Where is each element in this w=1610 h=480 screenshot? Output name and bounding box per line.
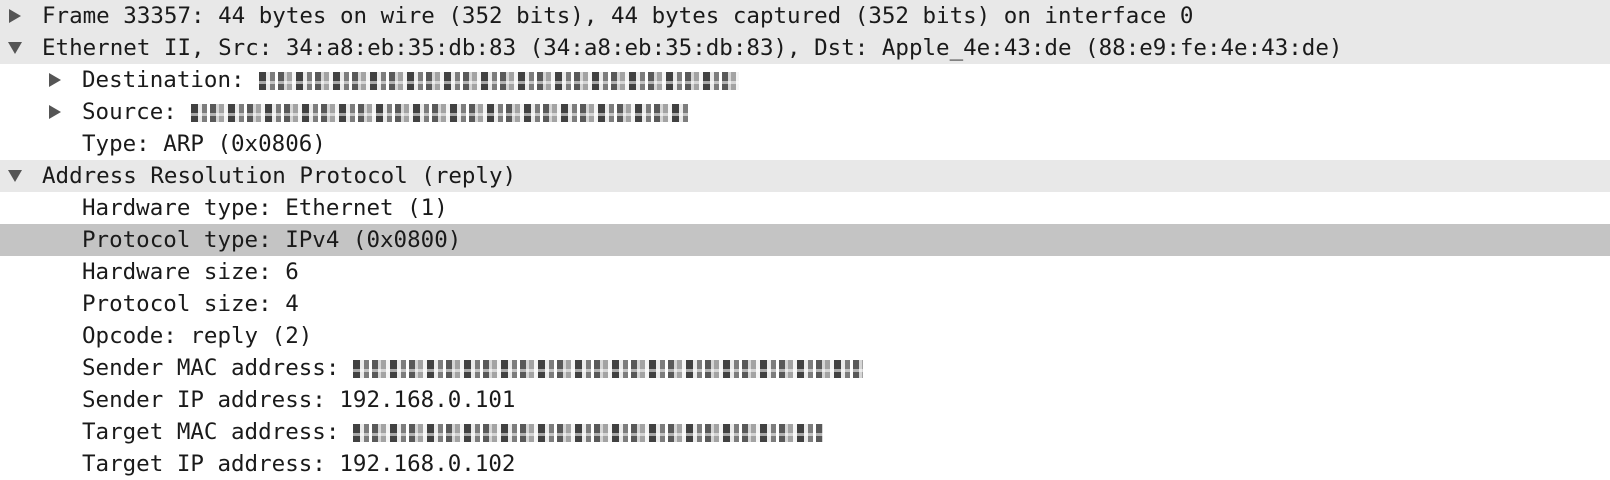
tree-item-label: Frame 33357: 44 bytes on wire (352 bits)… (42, 3, 1194, 29)
triangle-right-icon[interactable] (44, 64, 66, 96)
tree-item-label: Target IP address: 192.168.0.102 (82, 451, 516, 477)
tree-item-label: Sender IP address: 192.168.0.101 (82, 387, 516, 413)
tree-item-label: Protocol size: 4 (82, 291, 299, 317)
redacted-value (258, 71, 739, 90)
tree-item-label: Hardware type: Ethernet (1) (82, 195, 448, 221)
tree-item-frame[interactable]: Frame 33357: 44 bytes on wire (352 bits)… (0, 0, 1610, 32)
tree-item-label: Destination: (82, 67, 245, 93)
tree-item-label: Type: ARP (0x0806) (82, 131, 326, 157)
tree-item-label: Source: (82, 99, 177, 125)
tree-item-text: Source: (82, 96, 691, 128)
tree-item-arp[interactable]: Address Resolution Protocol (reply) (0, 160, 1610, 192)
tree-item-destination[interactable]: Destination: (0, 64, 1610, 96)
tree-item-label: Ethernet II, Src: 34:a8:eb:35:db:83 (34:… (42, 35, 1343, 61)
tree-item-type[interactable]: Type: ARP (0x0806) (0, 128, 1610, 160)
tree-item-source[interactable]: Source: (0, 96, 1610, 128)
redacted-value (353, 423, 824, 442)
tree-item-text: Target MAC address: (82, 416, 824, 448)
redacted-value (190, 103, 691, 122)
tree-item-hardware-type[interactable]: Hardware type: Ethernet (1) (0, 192, 1610, 224)
packet-details-tree: Frame 33357: 44 bytes on wire (352 bits)… (0, 0, 1610, 477)
tree-item-label: Target MAC address: (82, 419, 340, 445)
tree-item-sender-ip[interactable]: Sender IP address: 192.168.0.101 (0, 384, 1610, 416)
tree-item-sender-mac[interactable]: Sender MAC address: (0, 352, 1610, 384)
tree-item-label: Sender MAC address: (82, 355, 340, 381)
tree-item-ethernet[interactable]: Ethernet II, Src: 34:a8:eb:35:db:83 (34:… (0, 32, 1610, 64)
tree-item-label: Address Resolution Protocol (reply) (42, 163, 517, 189)
tree-item-text: Sender MAC address: (82, 352, 864, 384)
tree-item-protocol-size[interactable]: Protocol size: 4 (0, 288, 1610, 320)
tree-item-target-mac[interactable]: Target MAC address: (0, 416, 1610, 448)
tree-item-hardware-size[interactable]: Hardware size: 6 (0, 256, 1610, 288)
tree-item-target-ip[interactable]: Target IP address: 192.168.0.102 (0, 448, 1610, 480)
tree-item-protocol-type[interactable]: Protocol type: IPv4 (0x0800) (0, 224, 1610, 256)
tree-item-opcode[interactable]: Opcode: reply (2) (0, 320, 1610, 352)
tree-item-label: Protocol type: IPv4 (0x0800) (82, 227, 462, 253)
tree-item-label: Opcode: reply (2) (82, 323, 313, 349)
triangle-down-icon[interactable] (4, 32, 26, 64)
redacted-value (353, 359, 864, 378)
triangle-right-icon[interactable] (44, 96, 66, 128)
triangle-right-icon[interactable] (4, 0, 26, 32)
tree-item-label: Hardware size: 6 (82, 259, 299, 285)
tree-item-text: Destination: (82, 64, 739, 96)
triangle-down-icon[interactable] (4, 160, 26, 192)
